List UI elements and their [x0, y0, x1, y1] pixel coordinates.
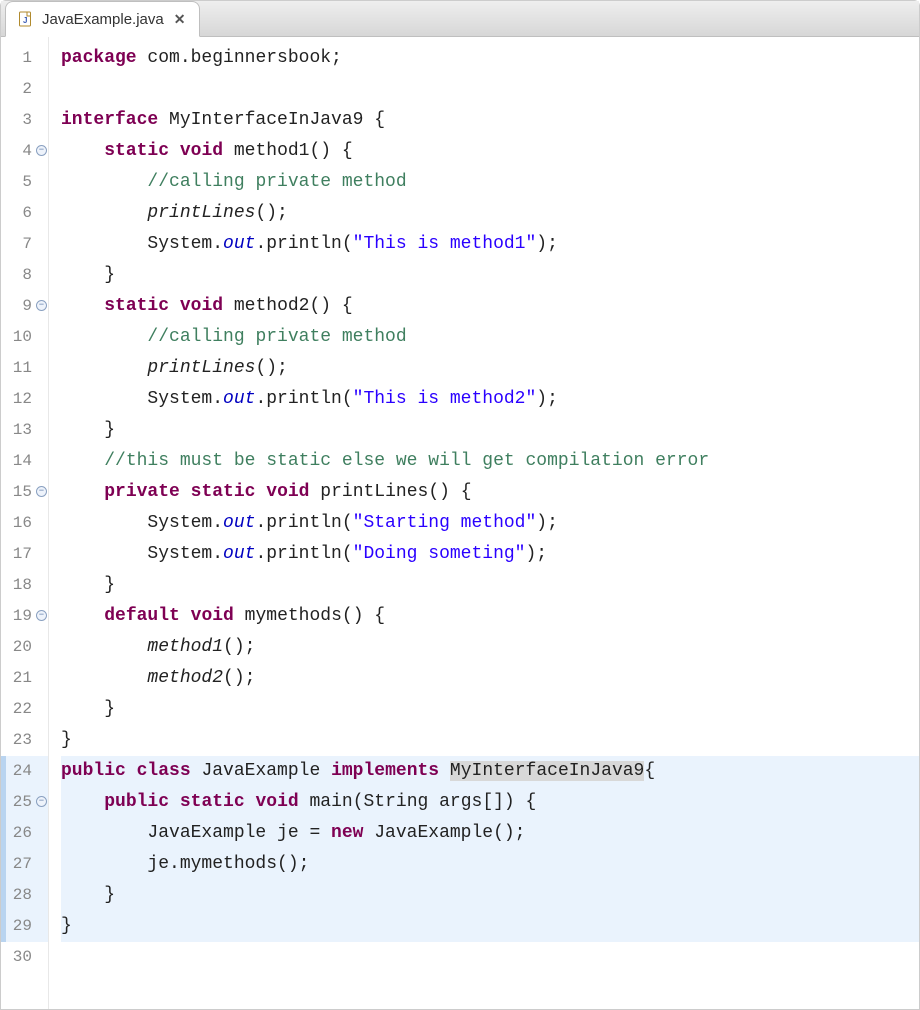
- line-number: 13: [1, 415, 48, 446]
- code-line[interactable]: je.mymethods();: [61, 849, 919, 880]
- fold-toggle-icon[interactable]: −: [36, 486, 47, 497]
- code-line[interactable]: package com.beginnersbook;: [61, 43, 919, 74]
- code-line[interactable]: }: [61, 260, 919, 291]
- line-number: 16: [1, 508, 48, 539]
- line-number: 25−: [1, 787, 48, 818]
- line-number: 20: [1, 632, 48, 663]
- code-line[interactable]: }: [61, 694, 919, 725]
- line-number: 6: [1, 198, 48, 229]
- code-line[interactable]: private static void printLines() {: [61, 477, 919, 508]
- line-number: 11: [1, 353, 48, 384]
- code-line[interactable]: [61, 942, 919, 973]
- fold-toggle-icon[interactable]: −: [36, 300, 47, 311]
- line-number: 9−: [1, 291, 48, 322]
- line-number-gutter: 1234−56789−101112131415−16171819−2021222…: [1, 37, 49, 1009]
- line-number: 4−: [1, 136, 48, 167]
- code-line[interactable]: default void mymethods() {: [61, 601, 919, 632]
- line-number: 22: [1, 694, 48, 725]
- code-line[interactable]: System.out.println("This is method1");: [61, 229, 919, 260]
- line-number: 21: [1, 663, 48, 694]
- editor-tab[interactable]: J JavaExample.java ✕: [5, 1, 200, 37]
- line-number: 19−: [1, 601, 48, 632]
- code-line[interactable]: public static void main(String args[]) {: [61, 787, 919, 818]
- tab-bar: J JavaExample.java ✕: [1, 1, 919, 37]
- code-line[interactable]: [61, 74, 919, 105]
- line-number: 15−: [1, 477, 48, 508]
- code-line[interactable]: }: [61, 725, 919, 756]
- svg-text:J: J: [23, 16, 27, 25]
- line-number: 29: [1, 911, 48, 942]
- code-line[interactable]: }: [61, 880, 919, 911]
- code-line[interactable]: printLines();: [61, 198, 919, 229]
- line-number: 23: [1, 725, 48, 756]
- tab-filename: JavaExample.java: [42, 11, 164, 28]
- code-lines[interactable]: package com.beginnersbook; interface MyI…: [49, 37, 919, 1009]
- line-number: 12: [1, 384, 48, 415]
- line-number: 26: [1, 818, 48, 849]
- line-number: 18: [1, 570, 48, 601]
- line-number: 14: [1, 446, 48, 477]
- code-line[interactable]: }: [61, 570, 919, 601]
- code-line[interactable]: System.out.println("Doing someting");: [61, 539, 919, 570]
- line-number: 1: [1, 43, 48, 74]
- code-line[interactable]: JavaExample je = new JavaExample();: [61, 818, 919, 849]
- code-line[interactable]: System.out.println("Starting method");: [61, 508, 919, 539]
- code-line[interactable]: method2();: [61, 663, 919, 694]
- line-number: 27: [1, 849, 48, 880]
- fold-toggle-icon[interactable]: −: [36, 145, 47, 156]
- code-line[interactable]: }: [61, 911, 919, 942]
- fold-toggle-icon[interactable]: −: [36, 610, 47, 621]
- line-number: 8: [1, 260, 48, 291]
- code-area[interactable]: 1234−56789−101112131415−16171819−2021222…: [1, 37, 919, 1009]
- line-number: 10: [1, 322, 48, 353]
- code-line[interactable]: interface MyInterfaceInJava9 {: [61, 105, 919, 136]
- code-line[interactable]: static void method2() {: [61, 291, 919, 322]
- code-line[interactable]: printLines();: [61, 353, 919, 384]
- code-line[interactable]: }: [61, 415, 919, 446]
- code-line[interactable]: System.out.println("This is method2");: [61, 384, 919, 415]
- line-number: 24: [1, 756, 48, 787]
- line-number: 17: [1, 539, 48, 570]
- line-number: 30: [1, 942, 48, 973]
- line-number: 5: [1, 167, 48, 198]
- fold-toggle-icon[interactable]: −: [36, 796, 47, 807]
- code-line[interactable]: static void method1() {: [61, 136, 919, 167]
- code-line[interactable]: method1();: [61, 632, 919, 663]
- close-icon[interactable]: ✕: [172, 11, 188, 28]
- editor-container: J JavaExample.java ✕ 1234−56789−10111213…: [0, 0, 920, 1010]
- java-file-icon: J: [18, 11, 34, 27]
- code-line[interactable]: //calling private method: [61, 322, 919, 353]
- code-line[interactable]: //this must be static else we will get c…: [61, 446, 919, 477]
- line-number: 3: [1, 105, 48, 136]
- line-number: 28: [1, 880, 48, 911]
- line-number: 7: [1, 229, 48, 260]
- code-line[interactable]: //calling private method: [61, 167, 919, 198]
- line-number: 2: [1, 74, 48, 105]
- code-line[interactable]: public class JavaExample implements MyIn…: [61, 756, 919, 787]
